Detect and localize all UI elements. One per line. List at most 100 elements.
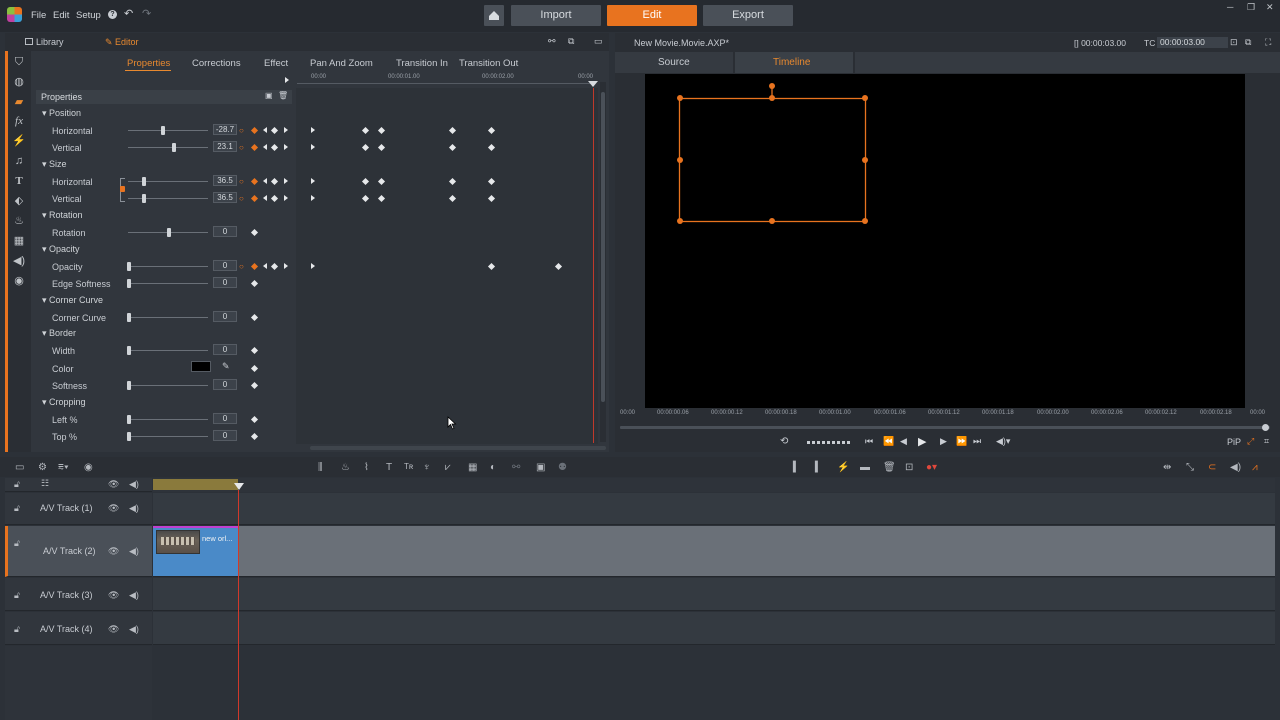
group-border[interactable]: ▾ Border	[42, 328, 76, 339]
trim-icon[interactable]: ▬	[860, 462, 870, 473]
edit-button[interactable]: Edit	[607, 5, 697, 26]
gear-icon[interactable]: ⚙	[38, 462, 47, 473]
crop-top-slider[interactable]	[128, 436, 208, 437]
marker-out-icon[interactable]: ▍	[815, 462, 823, 473]
group-corner-curve[interactable]: ▾ Corner Curve	[42, 295, 103, 306]
keyframe-start[interactable]	[311, 263, 315, 269]
crop-icon[interactable]: ⌗	[1264, 436, 1269, 447]
lock-icon[interactable]: 🔓︎	[14, 479, 20, 490]
prev-frame-icon[interactable]: ⏪	[883, 436, 894, 447]
edge-softness-thumb[interactable]	[127, 279, 131, 288]
tab-effect[interactable]: Effect	[264, 58, 288, 69]
snapshot-tool-icon[interactable]: ⊡	[905, 462, 913, 473]
crop-left-value[interactable]: 0	[213, 413, 237, 424]
tab-pan-and-zoom[interactable]: Pan And Zoom	[310, 58, 373, 69]
pos-v-value[interactable]: 23.1	[213, 141, 237, 152]
preview-ruler[interactable]: 00:00 00:00:00.06 00:00:00.12 00:00:00.1…	[620, 408, 1272, 432]
timecode-field[interactable]: 00:00:03.00	[1157, 37, 1228, 48]
size-h-value[interactable]: 36.5	[213, 175, 237, 186]
play-icon[interactable]: ▶	[918, 435, 926, 448]
border-width-slider[interactable]	[128, 350, 208, 351]
graphics-icon[interactable]: ⬖	[12, 194, 26, 208]
rotation-thumb[interactable]	[167, 228, 171, 237]
fullscreen-icon[interactable]: ⛶	[1265, 37, 1271, 48]
kf-reset-icon[interactable]: ○	[239, 143, 244, 152]
play-keyframe-icon[interactable]	[285, 77, 289, 83]
kf-prev-icon[interactable]	[263, 263, 267, 269]
minimize-icon[interactable]: ─	[1227, 2, 1233, 12]
kf-next-icon[interactable]	[284, 144, 288, 150]
kf-prev-icon[interactable]	[263, 178, 267, 184]
kf-h-scrollbar[interactable]	[310, 446, 606, 450]
tab-transition-out[interactable]: Transition Out	[459, 58, 518, 69]
next-frame-icon[interactable]: ⏩	[956, 436, 967, 447]
kf-next-icon[interactable]	[284, 127, 288, 133]
home-button[interactable]	[484, 5, 504, 26]
pos-h-thumb[interactable]	[161, 126, 165, 135]
delete-icon[interactable]: 🗑	[883, 462, 896, 473]
kf-next-icon[interactable]	[284, 178, 288, 184]
link-disabled-icon[interactable]: ⚯	[512, 462, 520, 473]
speaker-icon[interactable]: ◀)	[129, 503, 139, 514]
image-icon[interactable]: ▣	[265, 91, 273, 100]
eye-icon[interactable]: 👁︎	[108, 503, 119, 514]
pos-h-value[interactable]: -28.7	[213, 124, 237, 135]
help-icon[interactable]: ?	[108, 10, 117, 19]
group-size[interactable]: ▾ Size	[42, 159, 67, 170]
border-softness-thumb[interactable]	[127, 381, 131, 390]
kf-reset-icon[interactable]: ○	[239, 126, 244, 135]
snapshot-icon[interactable]: ⊡	[1230, 37, 1238, 48]
corner-curve-slider[interactable]	[128, 317, 208, 318]
grid-icon[interactable]: ▦	[468, 462, 477, 473]
media-icon[interactable]: ⛉	[12, 55, 26, 69]
undo-icon[interactable]: ↶	[124, 7, 133, 20]
title-icon[interactable]: T	[12, 174, 26, 188]
subtitle-icon[interactable]: Tʀ	[404, 462, 413, 471]
tab-corrections[interactable]: Corrections	[192, 58, 241, 69]
opacity-value[interactable]: 0	[213, 260, 237, 271]
track-lane-3[interactable]	[153, 578, 1275, 611]
speaker-icon[interactable]: ◀)	[129, 624, 139, 635]
pos-v-slider[interactable]	[128, 147, 208, 148]
track-lane-1[interactable]	[153, 493, 1275, 525]
marker-in-icon[interactable]: ▍	[793, 462, 801, 473]
menu-setup[interactable]: Setup	[76, 10, 101, 21]
keyframe-start[interactable]	[311, 178, 315, 184]
disc-icon[interactable]: ◉	[12, 274, 26, 288]
track-lane-2[interactable]: new orl...	[153, 526, 1275, 577]
scrubber-bar[interactable]	[620, 426, 1270, 429]
menu-edit[interactable]: Edit	[53, 10, 69, 21]
razor-icon[interactable]: ⚡	[837, 462, 849, 473]
motion-icon[interactable]: ⌇	[364, 462, 369, 473]
kf-reset-icon[interactable]: ○	[239, 262, 244, 271]
audio-disabled-icon[interactable]: ⚉	[558, 462, 567, 473]
kf-reset-icon[interactable]: ○	[239, 194, 244, 203]
record-icon[interactable]: ◉	[84, 462, 93, 473]
video-clip[interactable]: new orl...	[153, 526, 239, 576]
size-h-slider[interactable]	[128, 181, 208, 182]
pip-transform-icon[interactable]: ⤢	[1247, 436, 1254, 447]
border-width-thumb[interactable]	[127, 346, 131, 355]
lock-icon[interactable]: 🔓︎	[14, 624, 20, 635]
export-button[interactable]: Export	[703, 5, 793, 26]
track-lane-4[interactable]	[153, 612, 1275, 645]
stabilize-icon[interactable]: ♨	[12, 214, 26, 228]
group-opacity[interactable]: ▾ Opacity	[42, 244, 80, 255]
aspect-lock-icon[interactable]	[120, 186, 125, 192]
trash-icon[interactable]: 🗑	[278, 91, 288, 100]
size-v-thumb[interactable]	[142, 194, 146, 203]
border-width-value[interactable]: 0	[213, 344, 237, 355]
step-forward-icon[interactable]: ▶	[940, 436, 947, 447]
volume-icon[interactable]: ◀)▾	[996, 436, 1010, 447]
timeline-settings-icon[interactable]: ▭	[15, 462, 24, 473]
loop-icon[interactable]: ⟲	[780, 436, 788, 447]
size-v-value[interactable]: 36.5	[213, 192, 237, 203]
link-icon[interactable]: ⚯	[548, 36, 556, 47]
track-head-2[interactable]: 🔓︎ A/V Track (2) 👁︎ ◀)	[5, 526, 152, 577]
speaker-icon[interactable]: ◀)	[129, 479, 139, 490]
crop-left-thumb[interactable]	[127, 415, 131, 424]
track-options-icon[interactable]: ⩳▾	[58, 462, 69, 473]
opacity-thumb[interactable]	[127, 262, 131, 271]
track-head-3[interactable]: 🔓︎ A/V Track (3) 👁︎ ◀)	[5, 578, 152, 611]
speaker-icon[interactable]: ◀)	[129, 546, 139, 557]
